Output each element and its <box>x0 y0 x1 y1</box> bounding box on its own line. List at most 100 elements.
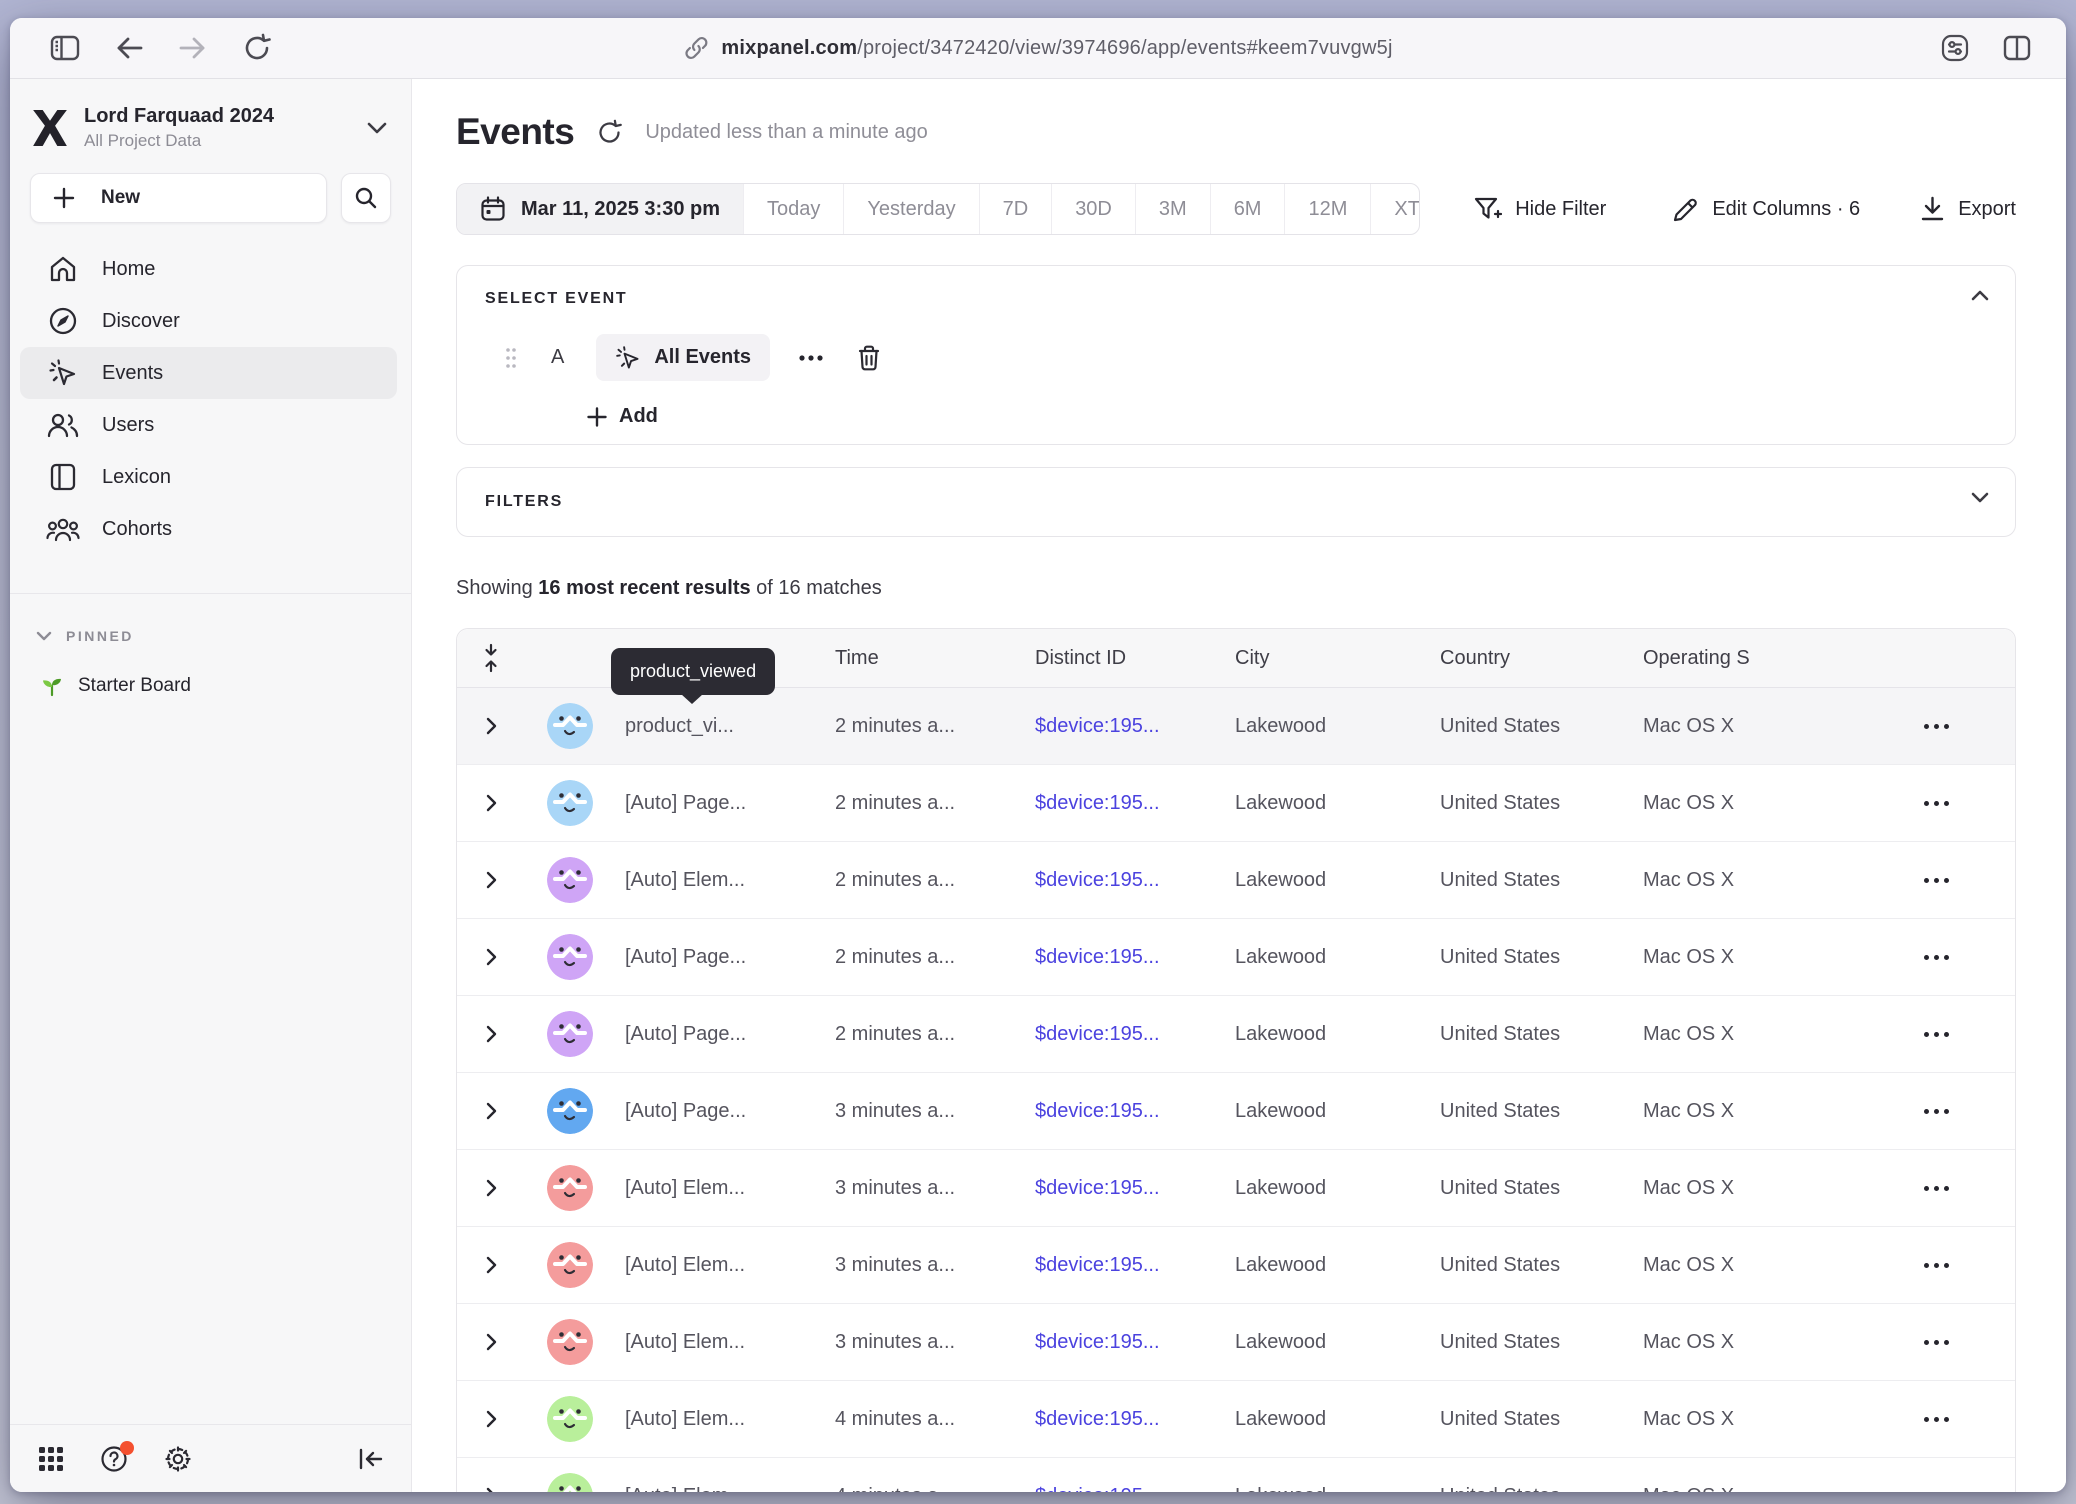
row-actions-icon[interactable] <box>1853 724 2015 729</box>
collapse-sidebar-icon[interactable] <box>357 1447 383 1471</box>
header-time[interactable]: Time <box>835 647 1035 670</box>
reload-icon[interactable] <box>240 31 274 65</box>
event-name-cell[interactable]: [Auto] Page... <box>625 792 835 815</box>
event-name-cell[interactable]: [Auto] Elem... <box>625 1254 835 1277</box>
pinned-section-header[interactable]: PINNED <box>36 628 391 644</box>
row-actions-icon[interactable] <box>1853 1263 2015 1268</box>
distinct-id-link[interactable]: $device:195... <box>1035 1408 1235 1431</box>
split-view-icon[interactable] <box>2000 31 2034 65</box>
table-row[interactable]: [Auto] Elem... 3 minutes a... $device:19… <box>457 1227 2015 1304</box>
table-row[interactable]: [Auto] Elem... 3 minutes a... $device:19… <box>457 1304 2015 1381</box>
table-row[interactable]: [Auto] Page... 2 minutes a... $device:19… <box>457 765 2015 842</box>
distinct-id-link[interactable]: $device:195... <box>1035 1485 1235 1493</box>
new-button[interactable]: New <box>30 173 327 223</box>
row-actions-icon[interactable] <box>1853 1032 2015 1037</box>
distinct-id-link[interactable]: $device:195... <box>1035 946 1235 969</box>
row-actions-icon[interactable] <box>1853 1417 2015 1422</box>
table-row[interactable]: [Auto] Page... 3 minutes a... $device:19… <box>457 1073 2015 1150</box>
expand-row-icon[interactable] <box>457 871 525 889</box>
expand-row-icon[interactable] <box>457 1333 525 1351</box>
export-button[interactable]: Export <box>1920 196 2016 222</box>
sidebar-item-discover[interactable]: Discover <box>20 295 397 347</box>
drag-handle-icon[interactable] <box>505 347 517 369</box>
sidebar-item-starter-board[interactable]: Starter Board <box>40 674 391 698</box>
expand-row-icon[interactable] <box>457 1487 525 1492</box>
expand-row-icon[interactable] <box>457 717 525 735</box>
settings-gear-icon[interactable] <box>164 1445 192 1473</box>
sidebar-item-lexicon[interactable]: Lexicon <box>20 451 397 503</box>
distinct-id-link[interactable]: $device:195... <box>1035 1254 1235 1277</box>
apps-grid-icon[interactable] <box>38 1446 64 1472</box>
table-row[interactable]: [Auto] Page... 2 minutes a... $device:19… <box>457 996 2015 1073</box>
date-picker-segment[interactable]: Mar 11, 2025 3:30 pm <box>457 184 744 234</box>
header-city[interactable]: City <box>1235 647 1440 670</box>
row-actions-icon[interactable] <box>1853 1340 2015 1345</box>
distinct-id-link[interactable]: $device:195... <box>1035 1177 1235 1200</box>
table-row[interactable]: [Auto] Page... 2 minutes a... $device:19… <box>457 919 2015 996</box>
sidebar-item-home[interactable]: Home <box>20 243 397 295</box>
range-12m[interactable]: 12M <box>1285 184 1371 234</box>
distinct-id-link[interactable]: $device:195... <box>1035 1100 1235 1123</box>
add-event-button[interactable]: Add <box>587 405 1987 428</box>
help-icon[interactable] <box>100 1445 128 1473</box>
browser-sidebar-toggle-icon[interactable] <box>48 31 82 65</box>
event-name-cell[interactable]: [Auto] Page... <box>625 1100 835 1123</box>
event-name-cell[interactable]: [Auto] Elem... <box>625 1485 835 1493</box>
table-row[interactable]: [Auto] Elem... 2 minutes a... $device:19… <box>457 842 2015 919</box>
distinct-id-link[interactable]: $device:195... <box>1035 792 1235 815</box>
collapse-rows-icon[interactable] <box>457 643 525 673</box>
header-distinct-id[interactable]: Distinct ID <box>1035 647 1235 670</box>
row-actions-icon[interactable] <box>1853 1109 2015 1114</box>
table-row[interactable]: [Auto] Elem... 4 minutes a... $device:19… <box>457 1381 2015 1458</box>
distinct-id-link[interactable]: $device:195... <box>1035 715 1235 738</box>
distinct-id-link[interactable]: $device:195... <box>1035 1023 1235 1046</box>
edit-columns-button[interactable]: Edit Columns · 6 <box>1672 196 1860 223</box>
expand-row-icon[interactable] <box>457 794 525 812</box>
expand-panel-icon[interactable] <box>1971 492 1989 503</box>
event-more-icon[interactable] <box>798 355 824 361</box>
distinct-id-link[interactable]: $device:195... <box>1035 869 1235 892</box>
expand-row-icon[interactable] <box>457 1179 525 1197</box>
range-yesterday[interactable]: Yesterday <box>844 184 979 234</box>
collapse-panel-icon[interactable] <box>1971 290 1989 301</box>
hide-filter-button[interactable]: Hide Filter <box>1474 196 1606 223</box>
delete-event-icon[interactable] <box>856 344 882 372</box>
event-name-cell[interactable]: [Auto] Elem... <box>625 1408 835 1431</box>
table-row[interactable]: [Auto] Elem... 3 minutes a... $device:19… <box>457 1150 2015 1227</box>
back-icon[interactable] <box>112 31 146 65</box>
sidebar-item-cohorts[interactable]: Cohorts <box>20 503 397 555</box>
expand-row-icon[interactable] <box>457 1025 525 1043</box>
expand-row-icon[interactable] <box>457 1102 525 1120</box>
browser-extensions-icon[interactable] <box>1938 31 1972 65</box>
table-row[interactable]: [Auto] Elem... 4 minutes a... $device:19… <box>457 1458 2015 1492</box>
event-name-cell[interactable]: [Auto] Elem... <box>625 1331 835 1354</box>
row-actions-icon[interactable] <box>1853 955 2015 960</box>
range-3m[interactable]: 3M <box>1136 184 1211 234</box>
range-xtd[interactable]: XTD <box>1371 184 1420 234</box>
workspace-switcher[interactable]: Lord Farquaad 2024 All Project Data <box>32 105 391 151</box>
event-name-cell[interactable]: [Auto] Elem... <box>625 869 835 892</box>
header-os[interactable]: Operating S <box>1643 647 1853 670</box>
event-selector[interactable]: All Events <box>596 334 770 381</box>
distinct-id-link[interactable]: $device:195... <box>1035 1331 1235 1354</box>
sidebar-item-events[interactable]: Events <box>20 347 397 399</box>
sidebar-item-users[interactable]: Users <box>20 399 397 451</box>
expand-row-icon[interactable] <box>457 948 525 966</box>
expand-row-icon[interactable] <box>457 1410 525 1428</box>
row-actions-icon[interactable] <box>1853 878 2015 883</box>
range-today[interactable]: Today <box>744 184 844 234</box>
header-country[interactable]: Country <box>1440 647 1643 670</box>
search-button[interactable] <box>341 173 391 223</box>
range-7d[interactable]: 7D <box>980 184 1053 234</box>
range-6m[interactable]: 6M <box>1211 184 1286 234</box>
row-actions-icon[interactable] <box>1853 801 2015 806</box>
row-actions-icon[interactable] <box>1853 1186 2015 1191</box>
refresh-icon[interactable] <box>596 119 623 146</box>
range-30d[interactable]: 30D <box>1052 184 1136 234</box>
event-name-cell[interactable]: product_vi... <box>625 715 835 738</box>
event-name-cell[interactable]: [Auto] Page... <box>625 946 835 969</box>
expand-row-icon[interactable] <box>457 1256 525 1274</box>
event-name-cell[interactable]: [Auto] Page... <box>625 1023 835 1046</box>
event-name-cell[interactable]: [Auto] Elem... <box>625 1177 835 1200</box>
address-bar[interactable]: mixpanel.com/project/3472420/view/397469… <box>683 18 1392 78</box>
